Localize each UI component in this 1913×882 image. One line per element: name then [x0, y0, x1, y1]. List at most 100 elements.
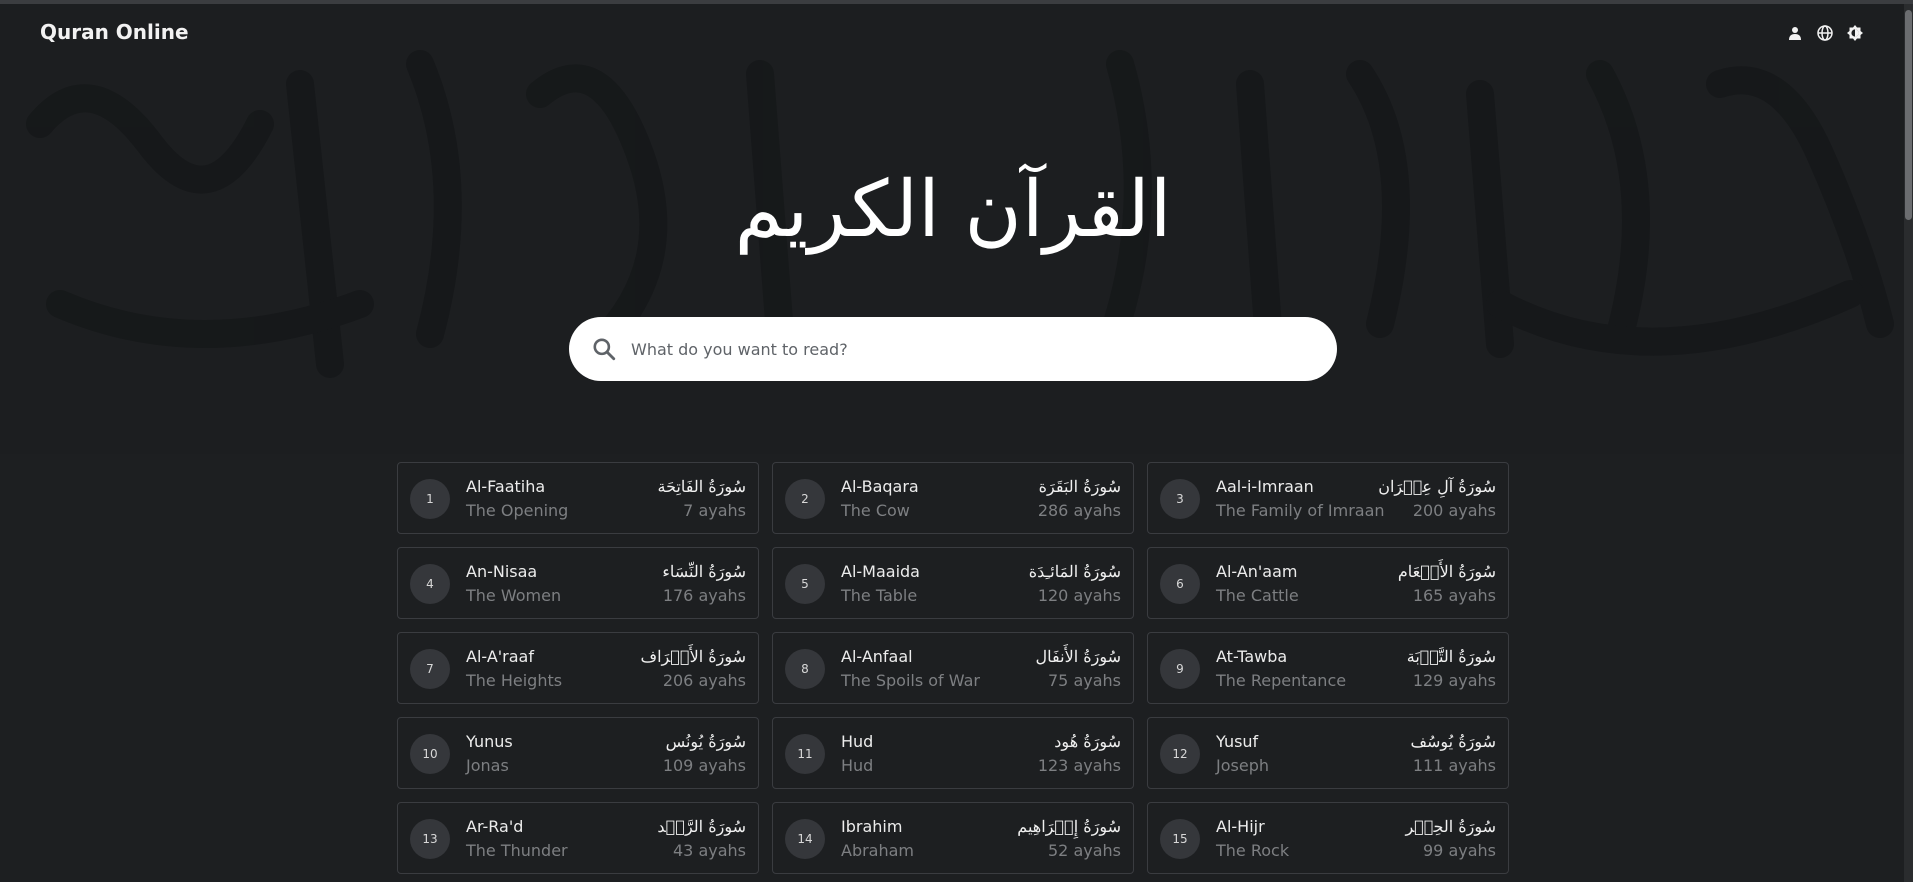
- surah-meaning: The Heights: [466, 671, 563, 690]
- surah-number-badge: 12: [1160, 734, 1200, 774]
- surah-card[interactable]: 6 Al-An'aam The Cattle سُورَةُ الأَنۡعَام 16…: [1147, 547, 1509, 619]
- surah-arabic: سُورَةُ الأَنفَال 75 ayahs: [1036, 647, 1121, 691]
- surah-card[interactable]: 7 Al-A'raaf The Heights سُورَةُ الأَعۡرَاف 2…: [397, 632, 759, 704]
- surah-english: Al-Maaida The Table: [841, 562, 920, 606]
- surah-number-badge: 6: [1160, 564, 1200, 604]
- surah-arabic-name: سُورَةُ هُود: [1054, 732, 1121, 751]
- surah-name: At-Tawba: [1216, 647, 1288, 666]
- surah-arabic: سُورَةُ الحِجۡر 99 ayahs: [1405, 817, 1496, 861]
- surah-card[interactable]: 3 Aal-i-Imraan The Family of Imraan سُورَةُ…: [1147, 462, 1509, 534]
- surah-meaning: Joseph: [1216, 756, 1269, 775]
- surah-english: Al-Baqara The Cow: [841, 477, 919, 521]
- surah-name: Al-Baqara: [841, 477, 919, 496]
- surah-arabic-name: سُورَةُ الأَنفَال: [1035, 647, 1121, 666]
- surah-number-badge: 14: [785, 819, 825, 859]
- surah-name: Yunus: [466, 732, 513, 751]
- surah-arabic-name: سُورَةُ المَائـِدَة: [1028, 562, 1121, 581]
- search-icon: [593, 338, 616, 361]
- surah-meaning: The Family of Imraan: [1216, 501, 1385, 520]
- surah-number-badge: 9: [1160, 649, 1200, 689]
- surah-number-badge: 2: [785, 479, 825, 519]
- calligraphy-text: القرآن الكريم: [734, 165, 1172, 255]
- surah-name: Ibrahim: [841, 817, 903, 836]
- surah-arabic-name: سُورَةُ يُوسُف: [1410, 732, 1496, 751]
- surah-ayah-count: 111 ayahs: [1412, 756, 1496, 775]
- surah-card[interactable]: 13 Ar-Ra'd The Thunder سُورَةُ الرَّعۡد 43 a…: [397, 802, 759, 874]
- surah-meaning: The Cattle: [1216, 586, 1299, 605]
- surah-arabic-name: سُورَةُ الرَّعۡد: [657, 817, 746, 836]
- surah-number-badge: 1: [410, 479, 450, 519]
- surah-meaning: Jonas: [466, 756, 509, 775]
- surah-arabic: سُورَةُ آلِ عِمۡرَان 200 ayahs: [1378, 477, 1496, 521]
- surah-card[interactable]: 11 Hud Hud سُورَةُ هُود 123 ayahs: [772, 717, 1134, 789]
- surah-number-badge: 3: [1160, 479, 1200, 519]
- surah-ayah-count: 165 ayahs: [1412, 586, 1496, 605]
- surah-name: Al-Hijr: [1216, 817, 1265, 836]
- surah-arabic: سُورَةُ إِبۡرَاهِيم 52 ayahs: [1017, 817, 1121, 861]
- user-icon[interactable]: [1786, 24, 1804, 42]
- surah-arabic: سُورَةُ الفَاتِحَة 7 ayahs: [657, 477, 746, 521]
- surah-card[interactable]: 4 An-Nisaa The Women سُورَةُ النِّسَاء 176 a…: [397, 547, 759, 619]
- quran-calligraphy-logo: القرآن الكريم: [735, 130, 1172, 290]
- surah-name: Aal-i-Imraan: [1216, 477, 1314, 496]
- surah-card[interactable]: 1 Al-Faatiha The Opening سُورَةُ الفَاتِحَة…: [397, 462, 759, 534]
- surah-name: Al-Faatiha: [466, 477, 546, 496]
- surah-english: Al-An'aam The Cattle: [1216, 562, 1299, 606]
- surah-ayah-count: 129 ayahs: [1412, 671, 1496, 690]
- scrollbar[interactable]: [1904, 4, 1913, 882]
- surah-meaning: The Table: [841, 586, 918, 605]
- surah-meaning: The Rock: [1216, 841, 1290, 860]
- search-input[interactable]: [629, 338, 1273, 360]
- surah-ayah-count: 123 ayahs: [1037, 756, 1121, 775]
- search-bar[interactable]: [569, 317, 1337, 381]
- site-logo[interactable]: Quran Online: [40, 20, 189, 44]
- surah-arabic-name: سُورَةُ الفَاتِحَة: [657, 477, 746, 496]
- surah-card[interactable]: 5 Al-Maaida The Table سُورَةُ المَائـِدَة 12…: [772, 547, 1134, 619]
- surah-ayah-count: 99 ayahs: [1423, 841, 1496, 860]
- surah-ayah-count: 206 ayahs: [662, 671, 746, 690]
- surah-english: Ibrahim Abraham: [841, 817, 914, 861]
- surah-card[interactable]: 9 At-Tawba The Repentance سُورَةُ التَّوۡبَ…: [1147, 632, 1509, 704]
- surah-card[interactable]: 2 Al-Baqara The Cow سُورَةُ البَقَرَة 286 ay…: [772, 462, 1134, 534]
- surah-number-badge: 4: [410, 564, 450, 604]
- surah-arabic: سُورَةُ التَّوۡبَة 129 ayahs: [1407, 647, 1496, 691]
- surah-card[interactable]: 12 Yusuf Joseph سُورَةُ يُوسُف 111 ayahs: [1147, 717, 1509, 789]
- surah-ayah-count: 52 ayahs: [1048, 841, 1121, 860]
- surah-ayah-count: 176 ayahs: [662, 586, 746, 605]
- surah-english: At-Tawba The Repentance: [1216, 647, 1346, 691]
- surah-english: Al-Anfaal The Spoils of War: [841, 647, 980, 691]
- surah-meaning: The Women: [466, 586, 562, 605]
- surah-number-badge: 7: [410, 649, 450, 689]
- globe-icon[interactable]: [1816, 24, 1834, 42]
- surah-arabic-name: سُورَةُ آلِ عِمۡرَان: [1378, 477, 1496, 496]
- surah-arabic-name: سُورَةُ إِبۡرَاهِيم: [1017, 817, 1121, 836]
- surah-card[interactable]: 14 Ibrahim Abraham سُورَةُ إِبۡرَاهِيم 52 ay…: [772, 802, 1134, 874]
- surah-name: Al-An'aam: [1216, 562, 1298, 581]
- surah-number-badge: 11: [785, 734, 825, 774]
- surah-ayah-count: 109 ayahs: [662, 756, 746, 775]
- theme-toggle-icon[interactable]: [1846, 24, 1864, 42]
- surah-arabic-name: سُورَةُ الحِجۡر: [1405, 817, 1496, 836]
- surah-english: Al-A'raaf The Heights: [466, 647, 562, 691]
- scrollbar-thumb[interactable]: [1905, 10, 1912, 220]
- surah-card[interactable]: 8 Al-Anfaal The Spoils of War سُورَةُ الأَن…: [772, 632, 1134, 704]
- surah-meaning: The Cow: [841, 501, 910, 520]
- surah-arabic-name: سُورَةُ يُونُس: [665, 732, 746, 751]
- surah-meaning: The Opening: [466, 501, 569, 520]
- surah-ayah-count: 120 ayahs: [1037, 586, 1121, 605]
- surah-number-badge: 8: [785, 649, 825, 689]
- surah-arabic-name: سُورَةُ التَّوۡبَة: [1406, 647, 1496, 666]
- surah-arabic: سُورَةُ الأَعۡرَاف 206 ayahs: [641, 647, 747, 691]
- surah-arabic-name: سُورَةُ الأَعۡرَاف: [640, 647, 747, 666]
- surah-arabic-name: سُورَةُ الأَنۡعَام: [1397, 562, 1496, 581]
- surah-arabic-name: سُورَةُ البَقَرَة: [1038, 477, 1121, 496]
- surah-number-badge: 13: [410, 819, 450, 859]
- surah-card[interactable]: 10 Yunus Jonas سُورَةُ يُونُس 109 ayahs: [397, 717, 759, 789]
- surah-name: Al-A'raaf: [466, 647, 534, 666]
- surah-ayah-count: 200 ayahs: [1412, 501, 1496, 520]
- surah-card[interactable]: 15 Al-Hijr The Rock سُورَةُ الحِجۡر 99 ayahs: [1147, 802, 1509, 874]
- surah-meaning: Hud: [841, 756, 874, 775]
- surah-arabic: سُورَةُ الرَّعۡد 43 ayahs: [657, 817, 746, 861]
- header-actions: [1786, 24, 1864, 42]
- surah-arabic-name: سُورَةُ النِّسَاء: [662, 562, 746, 581]
